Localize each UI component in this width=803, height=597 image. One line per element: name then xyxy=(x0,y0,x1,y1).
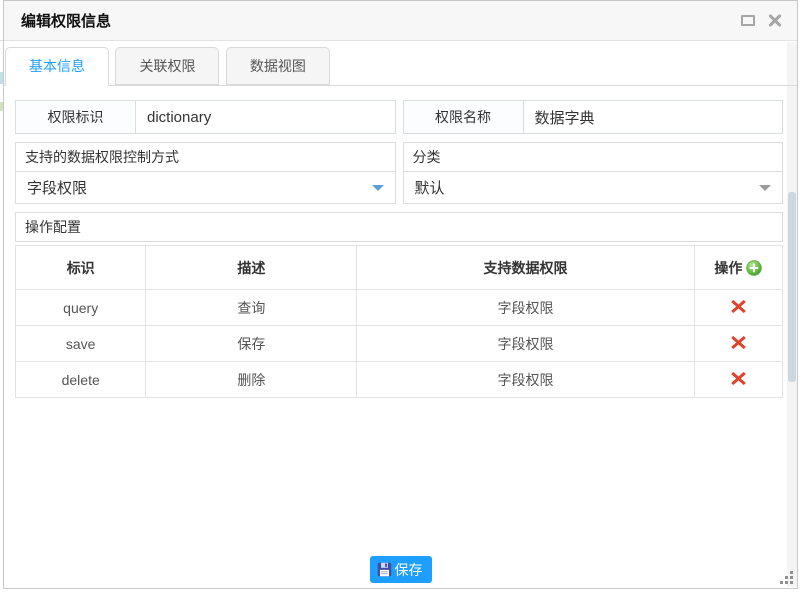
delete-row-icon[interactable] xyxy=(730,335,747,350)
cell-id: query xyxy=(16,290,146,326)
tab-bar: 基本信息 关联权限 数据视图 xyxy=(4,41,797,86)
header-data-permission: 支持数据权限 xyxy=(357,246,694,290)
edit-permission-dialog: 编辑权限信息 基本信息 关联权限 数据视图 权限标识 权限名称 xyxy=(3,0,798,589)
cell-description: 保存 xyxy=(146,326,357,362)
category-select[interactable]: 默认 xyxy=(403,171,784,204)
cell-data-permission: 字段权限 xyxy=(357,290,694,326)
cell-operation xyxy=(694,362,782,398)
data-permission-mode-value: 字段权限 xyxy=(27,177,87,198)
operation-config-label: 操作配置 xyxy=(15,212,783,242)
operations-table: 标识 描述 支持数据权限 操作 xyxy=(15,245,783,398)
save-button[interactable]: 保存 xyxy=(370,556,432,583)
tab-related-permissions[interactable]: 关联权限 xyxy=(115,47,219,85)
caret-down-icon xyxy=(372,185,384,191)
cell-data-permission: 字段权限 xyxy=(357,326,694,362)
save-button-label: 保存 xyxy=(395,560,423,580)
permission-id-input[interactable] xyxy=(136,101,395,133)
tab-basic-info[interactable]: 基本信息 xyxy=(5,47,109,86)
tab-data-views[interactable]: 数据视图 xyxy=(226,47,330,85)
header-id: 标识 xyxy=(16,246,146,290)
header-description: 描述 xyxy=(146,246,357,290)
data-permission-mode-select[interactable]: 字段权限 xyxy=(15,171,396,204)
permission-name-field-group: 权限名称 xyxy=(403,100,784,134)
cell-operation xyxy=(694,290,782,326)
category-group: 分类 默认 xyxy=(403,142,784,204)
maximize-icon[interactable] xyxy=(741,15,755,26)
floppy-disk-icon xyxy=(377,562,392,577)
category-value: 默认 xyxy=(415,177,445,198)
data-permission-mode-label: 支持的数据权限控制方式 xyxy=(15,142,396,172)
table-row: query 查询 字段权限 xyxy=(16,290,783,326)
tab-content-basic-info: 权限标识 权限名称 支持的数据权限控制方式 字段权限 分类 xyxy=(4,86,797,398)
table-row: save 保存 字段权限 xyxy=(16,326,783,362)
cell-description: 删除 xyxy=(146,362,357,398)
close-icon[interactable] xyxy=(768,14,782,28)
cell-description: 查询 xyxy=(146,290,357,326)
resize-grip-icon[interactable] xyxy=(779,570,794,585)
delete-row-icon[interactable] xyxy=(730,371,747,386)
add-operation-icon[interactable] xyxy=(746,260,762,276)
window-controls xyxy=(741,14,797,28)
dialog-title: 编辑权限信息 xyxy=(4,10,741,31)
table-row: delete 删除 字段权限 xyxy=(16,362,783,398)
cell-id: delete xyxy=(16,362,146,398)
caret-down-icon xyxy=(759,185,771,191)
delete-row-icon[interactable] xyxy=(730,299,747,314)
permission-name-label: 权限名称 xyxy=(404,101,524,133)
permission-id-label: 权限标识 xyxy=(16,101,136,133)
scrollbar-thumb[interactable] xyxy=(788,192,796,382)
cell-id: save xyxy=(16,326,146,362)
dialog-header: 编辑权限信息 xyxy=(4,1,797,41)
header-operation-label: 操作 xyxy=(714,258,742,278)
data-permission-mode-group: 支持的数据权限控制方式 字段权限 xyxy=(15,142,396,204)
table-header-row: 标识 描述 支持数据权限 操作 xyxy=(16,246,783,290)
category-label: 分类 xyxy=(403,142,784,172)
cell-operation xyxy=(694,326,782,362)
screen: 编辑权限信息 基本信息 关联权限 数据视图 权限标识 权限名称 xyxy=(0,0,803,597)
header-operation: 操作 xyxy=(694,246,782,290)
vertical-scrollbar xyxy=(787,42,797,587)
permission-id-field-group: 权限标识 xyxy=(15,100,396,134)
cell-data-permission: 字段权限 xyxy=(357,362,694,398)
permission-name-input[interactable] xyxy=(524,101,783,133)
